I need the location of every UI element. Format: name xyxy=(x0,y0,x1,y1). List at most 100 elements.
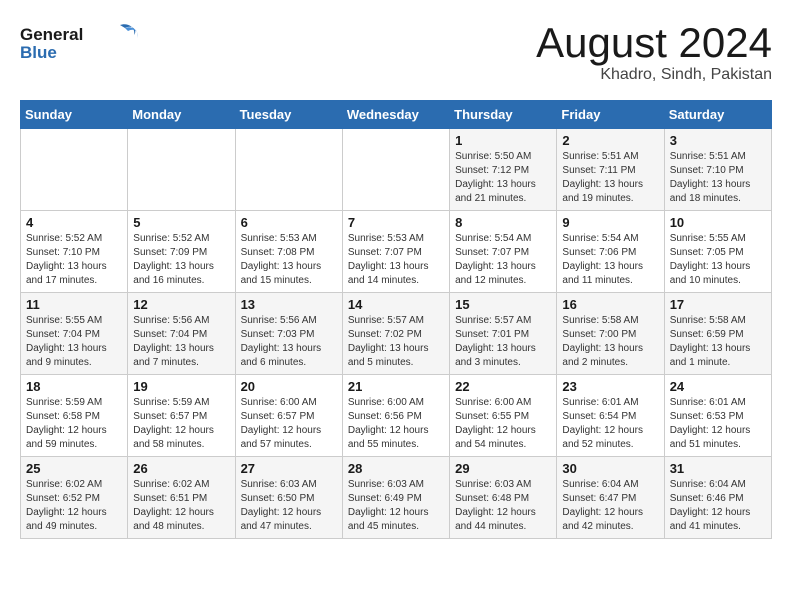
day-number: 10 xyxy=(670,215,766,230)
day-info: Sunrise: 6:03 AMSunset: 6:48 PMDaylight:… xyxy=(455,478,551,534)
day-number: 20 xyxy=(241,379,337,394)
day-info: Sunrise: 5:52 AMSunset: 7:09 PMDaylight:… xyxy=(133,232,229,288)
calendar-cell: 10 Sunrise: 5:55 AMSunset: 7:05 PMDayligh… xyxy=(664,211,771,293)
day-info: Sunrise: 5:56 AMSunset: 7:04 PMDaylight:… xyxy=(133,314,229,370)
day-info: Sunrise: 5:54 AMSunset: 7:06 PMDaylight:… xyxy=(562,232,658,288)
day-info: Sunrise: 6:01 AMSunset: 6:54 PMDaylight:… xyxy=(562,396,658,452)
day-header-sunday: Sunday xyxy=(21,101,128,129)
day-number: 14 xyxy=(348,297,444,312)
calendar-cell: 26 Sunrise: 6:02 AMSunset: 6:51 PMDayligh… xyxy=(128,457,235,539)
day-info: Sunrise: 5:59 AMSunset: 6:58 PMDaylight:… xyxy=(26,396,122,452)
day-number: 3 xyxy=(670,133,766,148)
calendar-cell: 21 Sunrise: 6:00 AMSunset: 6:56 PMDayligh… xyxy=(342,375,449,457)
calendar-cell: 30Sunrise: 6:04 AMSunset: 6:47 PMDayligh… xyxy=(557,457,664,539)
day-number: 8 xyxy=(455,215,551,230)
day-info: Sunrise: 6:01 AMSunset: 6:53 PMDaylight:… xyxy=(670,396,766,452)
calendar-cell: 7 Sunrise: 5:53 AMSunset: 7:07 PMDaylight… xyxy=(342,211,449,293)
calendar-cell xyxy=(128,129,235,211)
week-row-2: 4Sunrise: 5:52 AMSunset: 7:10 PMDaylight… xyxy=(21,211,772,293)
day-header-friday: Friday xyxy=(557,101,664,129)
day-number: 15 xyxy=(455,297,551,312)
day-info: Sunrise: 5:56 AMSunset: 7:03 PMDaylight:… xyxy=(241,314,337,370)
day-number: 27 xyxy=(241,461,337,476)
day-info: Sunrise: 6:00 AMSunset: 6:57 PMDaylight:… xyxy=(241,396,337,452)
day-info: Sunrise: 5:53 AMSunset: 7:07 PMDaylight:… xyxy=(348,232,444,288)
title-block: August 2024 Khadro, Sindh, Pakistan xyxy=(536,20,772,84)
day-number: 7 xyxy=(348,215,444,230)
calendar-cell: 9 Sunrise: 5:54 AMSunset: 7:06 PMDaylight… xyxy=(557,211,664,293)
day-number: 4 xyxy=(26,215,122,230)
location: Khadro, Sindh, Pakistan xyxy=(536,66,772,84)
day-info: Sunrise: 5:50 AMSunset: 7:12 PMDaylight:… xyxy=(455,150,551,206)
calendar-cell: 13 Sunrise: 5:56 AMSunset: 7:03 PMDayligh… xyxy=(235,293,342,375)
day-number: 12 xyxy=(133,297,229,312)
svg-text:Blue: Blue xyxy=(20,43,57,62)
day-info: Sunrise: 6:00 AMSunset: 6:56 PMDaylight:… xyxy=(348,396,444,452)
month-title: August 2024 xyxy=(536,20,772,66)
day-header-thursday: Thursday xyxy=(450,101,557,129)
day-number: 16 xyxy=(562,297,658,312)
calendar-cell: 19Sunrise: 5:59 AMSunset: 6:57 PMDayligh… xyxy=(128,375,235,457)
day-number: 24 xyxy=(670,379,766,394)
day-number: 19 xyxy=(133,379,229,394)
svg-text:General: General xyxy=(20,25,83,44)
calendar-cell: 16 Sunrise: 5:58 AMSunset: 7:00 PMDayligh… xyxy=(557,293,664,375)
day-number: 26 xyxy=(133,461,229,476)
calendar-cell: 31Sunrise: 6:04 AMSunset: 6:46 PMDayligh… xyxy=(664,457,771,539)
day-info: Sunrise: 6:02 AMSunset: 6:51 PMDaylight:… xyxy=(133,478,229,534)
calendar-cell: 6 Sunrise: 5:53 AMSunset: 7:08 PMDaylight… xyxy=(235,211,342,293)
day-number: 13 xyxy=(241,297,337,312)
calendar-cell: 20 Sunrise: 6:00 AMSunset: 6:57 PMDayligh… xyxy=(235,375,342,457)
day-number: 9 xyxy=(562,215,658,230)
day-header-monday: Monday xyxy=(128,101,235,129)
header-row: SundayMondayTuesdayWednesdayThursdayFrid… xyxy=(21,101,772,129)
calendar-cell: 23 Sunrise: 6:01 AMSunset: 6:54 PMDayligh… xyxy=(557,375,664,457)
logo-svg: General Blue xyxy=(20,20,140,64)
calendar-cell: 29Sunrise: 6:03 AMSunset: 6:48 PMDayligh… xyxy=(450,457,557,539)
week-row-4: 18 Sunrise: 5:59 AMSunset: 6:58 PMDayligh… xyxy=(21,375,772,457)
page-header: General Blue August 2024 Khadro, Sindh, … xyxy=(20,20,772,84)
day-number: 21 xyxy=(348,379,444,394)
day-info: Sunrise: 5:51 AMSunset: 7:11 PMDaylight:… xyxy=(562,150,658,206)
calendar-cell: 4Sunrise: 5:52 AMSunset: 7:10 PMDaylight… xyxy=(21,211,128,293)
day-number: 11 xyxy=(26,297,122,312)
day-number: 25 xyxy=(26,461,122,476)
day-number: 18 xyxy=(26,379,122,394)
calendar-cell: 18 Sunrise: 5:59 AMSunset: 6:58 PMDayligh… xyxy=(21,375,128,457)
calendar-cell xyxy=(342,129,449,211)
day-number: 23 xyxy=(562,379,658,394)
week-row-5: 25Sunrise: 6:02 AMSunset: 6:52 PMDayligh… xyxy=(21,457,772,539)
day-number: 5 xyxy=(133,215,229,230)
day-info: Sunrise: 6:00 AMSunset: 6:55 PMDaylight:… xyxy=(455,396,551,452)
calendar-cell: 1 Sunrise: 5:50 AMSunset: 7:12 PMDaylight… xyxy=(450,129,557,211)
calendar-cell xyxy=(235,129,342,211)
day-number: 17 xyxy=(670,297,766,312)
day-info: Sunrise: 6:04 AMSunset: 6:46 PMDaylight:… xyxy=(670,478,766,534)
day-number: 6 xyxy=(241,215,337,230)
calendar-cell: 12 Sunrise: 5:56 AMSunset: 7:04 PMDayligh… xyxy=(128,293,235,375)
day-header-saturday: Saturday xyxy=(664,101,771,129)
day-number: 1 xyxy=(455,133,551,148)
day-info: Sunrise: 6:04 AMSunset: 6:47 PMDaylight:… xyxy=(562,478,658,534)
calendar-cell: 5 Sunrise: 5:52 AMSunset: 7:09 PMDaylight… xyxy=(128,211,235,293)
week-row-3: 11Sunrise: 5:55 AMSunset: 7:04 PMDayligh… xyxy=(21,293,772,375)
day-info: Sunrise: 5:58 AMSunset: 7:00 PMDaylight:… xyxy=(562,314,658,370)
calendar-cell: 17Sunrise: 5:58 AMSunset: 6:59 PMDayligh… xyxy=(664,293,771,375)
logo: General Blue xyxy=(20,20,140,64)
calendar-cell: 28 Sunrise: 6:03 AMSunset: 6:49 PMDayligh… xyxy=(342,457,449,539)
week-row-1: 1 Sunrise: 5:50 AMSunset: 7:12 PMDaylight… xyxy=(21,129,772,211)
calendar-cell: 24 Sunrise: 6:01 AMSunset: 6:53 PMDayligh… xyxy=(664,375,771,457)
day-info: Sunrise: 5:53 AMSunset: 7:08 PMDaylight:… xyxy=(241,232,337,288)
calendar-cell: 11Sunrise: 5:55 AMSunset: 7:04 PMDayligh… xyxy=(21,293,128,375)
day-number: 22 xyxy=(455,379,551,394)
day-info: Sunrise: 6:03 AMSunset: 6:50 PMDaylight:… xyxy=(241,478,337,534)
day-info: Sunrise: 5:51 AMSunset: 7:10 PMDaylight:… xyxy=(670,150,766,206)
calendar-cell: 25Sunrise: 6:02 AMSunset: 6:52 PMDayligh… xyxy=(21,457,128,539)
calendar-cell xyxy=(21,129,128,211)
day-info: Sunrise: 5:55 AMSunset: 7:05 PMDaylight:… xyxy=(670,232,766,288)
calendar-cell: 15Sunrise: 5:57 AMSunset: 7:01 PMDayligh… xyxy=(450,293,557,375)
calendar-cell: 27 Sunrise: 6:03 AMSunset: 6:50 PMDayligh… xyxy=(235,457,342,539)
calendar-cell: 8Sunrise: 5:54 AMSunset: 7:07 PMDaylight… xyxy=(450,211,557,293)
day-number: 28 xyxy=(348,461,444,476)
day-info: Sunrise: 6:03 AMSunset: 6:49 PMDaylight:… xyxy=(348,478,444,534)
